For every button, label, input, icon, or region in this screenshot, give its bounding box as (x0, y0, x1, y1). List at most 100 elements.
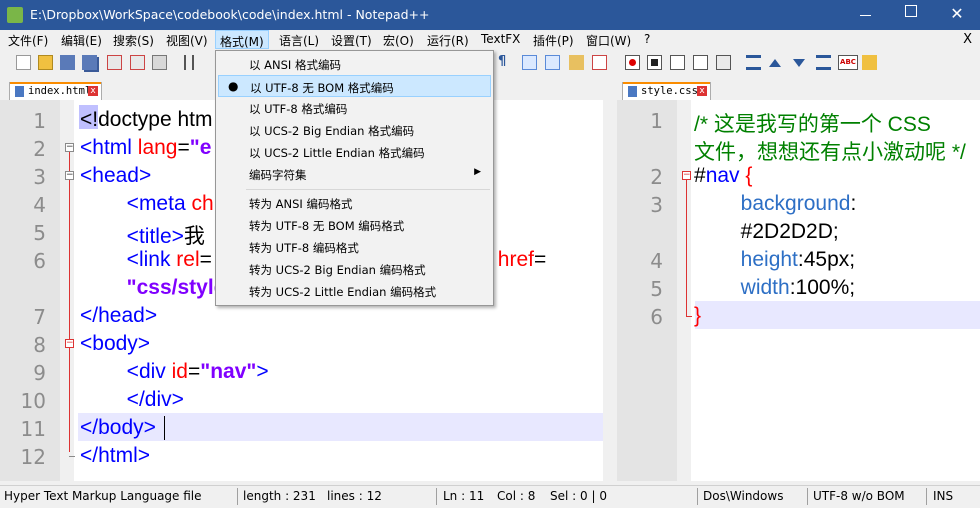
convert-ucs2-le-item[interactable]: 转为 UCS-2 Little Endian 编码格式 (218, 280, 491, 302)
line-number: 3 (33, 165, 46, 189)
tab-style-css[interactable]: style.css x (622, 82, 711, 100)
right-editor[interactable]: − 1 /* 这是我写的第一个 CSS 文件，想想还有点小激动呢 */ 2 #nav {… (617, 100, 980, 481)
tab-close-icon[interactable]: x (88, 86, 98, 96)
encode-ucs2-le-item[interactable]: 以 UCS-2 Little Endian 格式编码 (218, 141, 491, 163)
code-token: <!doctype htm (80, 108, 213, 131)
code-token: lang (137, 136, 178, 159)
text-caret (164, 416, 165, 440)
open-file-icon[interactable] (38, 55, 53, 70)
fold-toggle[interactable]: − (682, 171, 691, 180)
minimize-button[interactable] (842, 0, 888, 30)
expand-icon[interactable] (816, 55, 831, 70)
close-icon[interactable] (107, 55, 122, 70)
menu-run[interactable]: 运行(R) (427, 32, 469, 49)
close-document-icon[interactable]: X (963, 32, 972, 47)
fold-toggle[interactable]: − (65, 143, 74, 152)
save-macro-icon[interactable] (716, 55, 731, 70)
menu-window[interactable]: 窗口(W) (586, 32, 631, 49)
status-selection: Sel : 0 | 0 (550, 489, 607, 503)
code-token: :45px; (797, 248, 856, 271)
code-token: "e (189, 136, 212, 159)
encode-ansi-item[interactable]: 以 ANSI 格式编码 (218, 53, 491, 75)
code-text: <head> (80, 164, 151, 188)
line-number: 6 (650, 305, 663, 329)
charset-submenu-item[interactable]: 编码字符集 ▶ (218, 163, 491, 185)
print-icon[interactable] (152, 55, 167, 70)
menu-edit[interactable]: 编辑(E) (61, 32, 102, 49)
convert-utf8-nobom-item[interactable]: 转为 UTF-8 无 BOM 编码格式 (218, 214, 491, 236)
menu-language[interactable]: 语言(L) (279, 32, 319, 49)
status-length: length : 231 (243, 489, 316, 503)
convert-utf8-item[interactable]: 转为 UTF-8 编码格式 (218, 236, 491, 258)
status-file-type: Hyper Text Markup Language file (4, 489, 202, 503)
code-text: </head> (80, 304, 157, 328)
convert-ansi-item[interactable]: 转为 ANSI 编码格式 (218, 192, 491, 214)
save-icon[interactable] (60, 55, 75, 70)
plugin-icon[interactable] (862, 55, 877, 70)
code-token: <body> (80, 332, 151, 355)
menu-plugins[interactable]: 插件(P) (533, 32, 574, 49)
collapse-icon[interactable] (746, 55, 761, 70)
menu-settings[interactable]: 设置(T) (331, 32, 372, 49)
line-number: 2 (33, 137, 46, 161)
code-token: ch (191, 192, 214, 215)
close-all-icon[interactable] (130, 55, 145, 70)
cut-icon[interactable] (184, 55, 194, 70)
maximize-button[interactable] (888, 0, 934, 30)
code-token: background (694, 192, 851, 215)
code-text: <body> (80, 332, 150, 356)
file-icon (15, 86, 24, 97)
menu-search[interactable]: 搜索(S) (113, 32, 154, 49)
code-token: <meta (80, 192, 192, 215)
play-macro-icon[interactable] (670, 55, 685, 70)
code-token: </head> (80, 304, 158, 327)
code-token: "nav" (200, 360, 257, 383)
window-title: E:\Dropbox\WorkSpace\codebook\code\index… (30, 7, 430, 22)
menu-help[interactable]: ? (644, 32, 650, 46)
fold-toggle[interactable]: − (65, 339, 74, 348)
save-all-icon[interactable] (82, 55, 97, 70)
line-number: 1 (650, 109, 663, 133)
arrow-up-icon[interactable] (769, 59, 781, 67)
code-token: </html> (80, 444, 151, 467)
pilcrow-icon[interactable]: ¶ (498, 55, 513, 70)
line-number: 2 (650, 165, 663, 189)
code-token: <link (80, 248, 177, 271)
wrap-icon[interactable] (545, 55, 560, 70)
play-multiple-icon[interactable] (693, 55, 708, 70)
doc-map-icon[interactable] (592, 55, 607, 70)
fold-margin (677, 100, 691, 481)
spellcheck-icon[interactable]: ABC (838, 55, 858, 70)
convert-ucs2-be-item[interactable]: 转为 UCS-2 Big Endian 编码格式 (218, 258, 491, 280)
encode-utf8-nobom-item[interactable]: ● 以 UTF-8 无 BOM 格式编码 (218, 75, 491, 97)
menu-file[interactable]: 文件(F) (8, 32, 48, 49)
code-token: = (187, 360, 201, 383)
line-number: 3 (650, 193, 663, 217)
menu-format[interactable]: 格式(M) (215, 30, 269, 49)
encode-ucs2-be-item[interactable]: 以 UCS-2 Big Endian 格式编码 (218, 119, 491, 141)
indent-guide-icon[interactable] (522, 55, 537, 70)
tab-label: index.html (28, 85, 92, 97)
udl-icon[interactable] (569, 55, 584, 70)
tab-index-html[interactable]: index.html x (9, 82, 102, 100)
fold-toggle[interactable]: − (65, 171, 74, 180)
line-number: 6 (33, 249, 46, 273)
close-window-button[interactable]: ✕ (934, 0, 980, 30)
menu-macro[interactable]: 宏(O) (383, 32, 414, 49)
menu-textfx[interactable]: TextFX (481, 32, 520, 46)
code-text: </div> (80, 388, 184, 412)
code-token: nav (705, 164, 740, 187)
new-file-icon[interactable] (16, 55, 31, 70)
arrow-down-icon[interactable] (793, 59, 805, 67)
status-lines: lines : 12 (327, 489, 382, 503)
encode-utf8-item[interactable]: 以 UTF-8 格式编码 (218, 97, 491, 119)
code-token: id (171, 360, 188, 383)
tab-close-icon[interactable]: x (697, 86, 707, 96)
line-number: 5 (33, 221, 46, 245)
menu-view[interactable]: 视图(V) (166, 32, 208, 49)
record-macro-icon[interactable] (625, 55, 640, 70)
line-number: 7 (33, 305, 46, 329)
vertical-splitter[interactable] (603, 78, 617, 481)
code-token: <head> (80, 164, 152, 187)
stop-macro-icon[interactable] (647, 55, 662, 70)
